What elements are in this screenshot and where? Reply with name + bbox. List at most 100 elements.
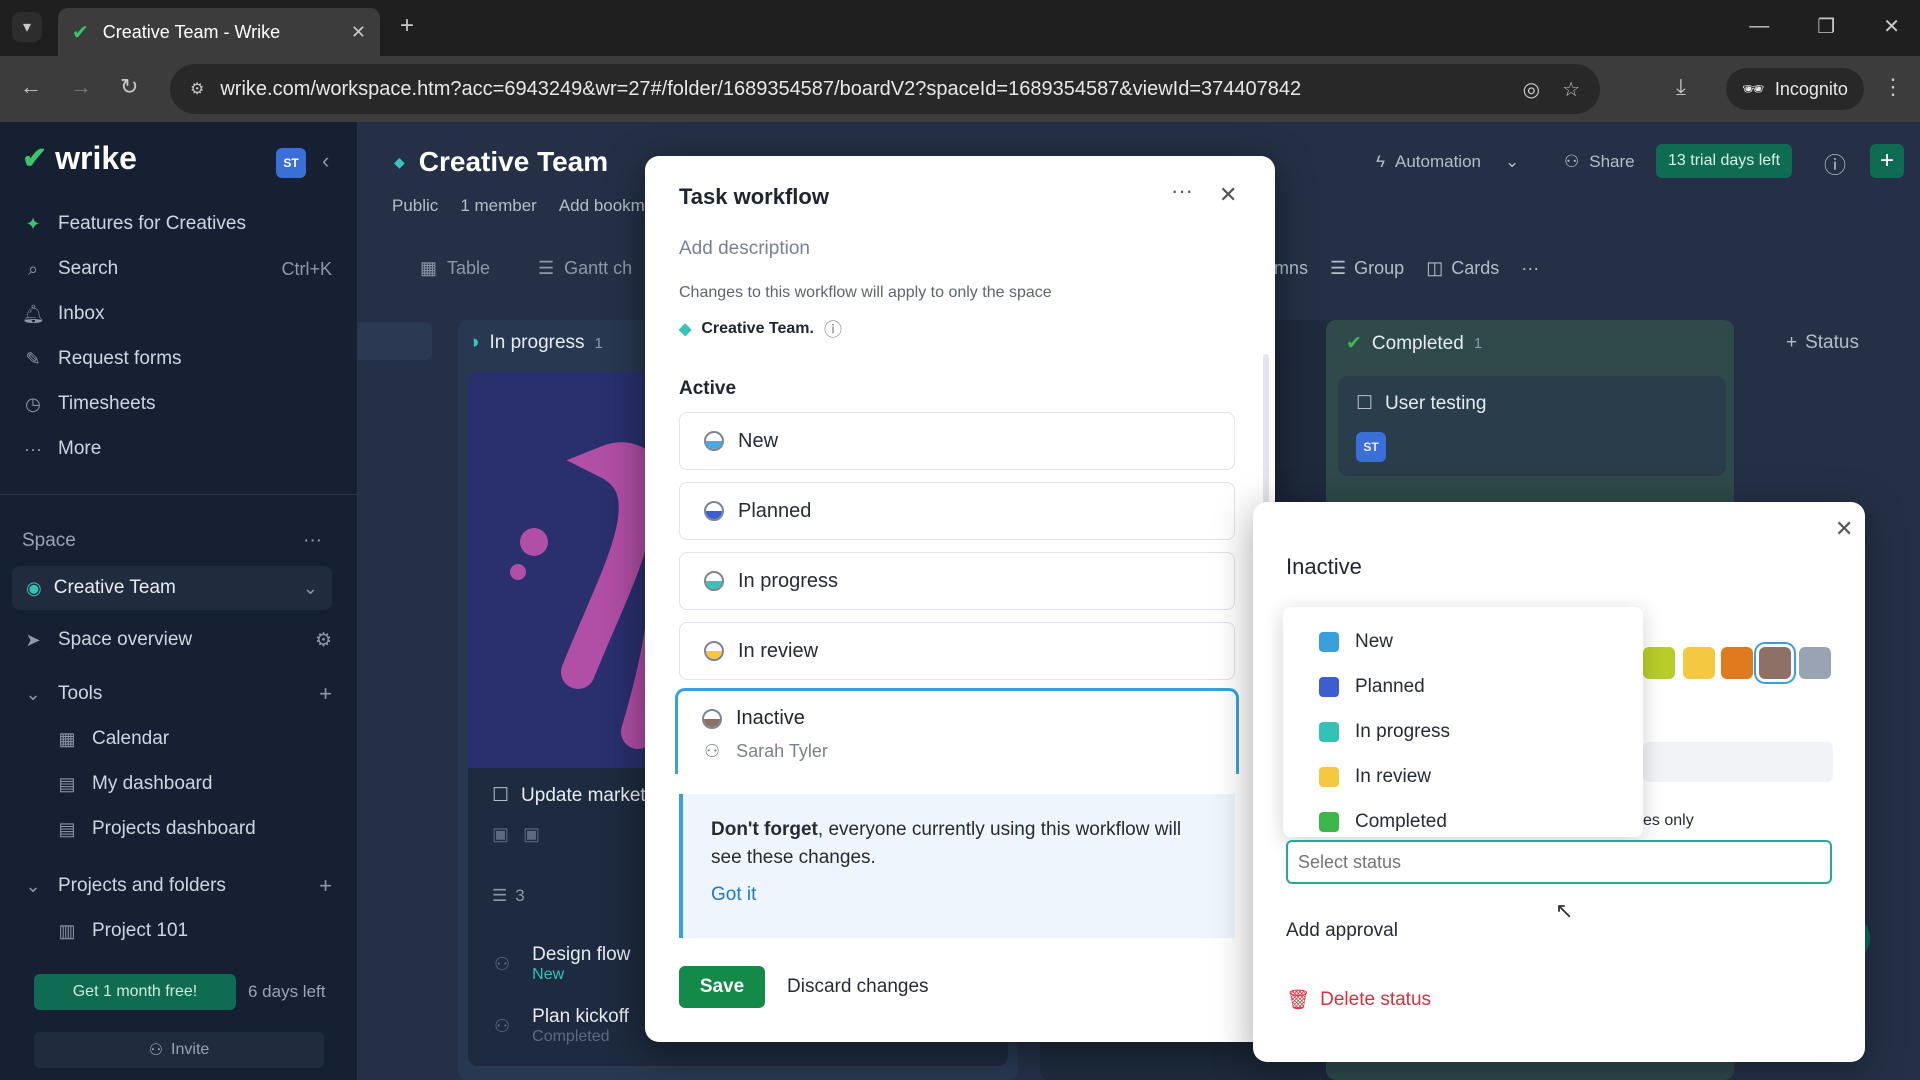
subtask-row[interactable]: ⚇ Design flow New bbox=[494, 944, 630, 984]
help-icon[interactable]: ⓘ bbox=[824, 316, 842, 342]
download-icon[interactable]: ⤓ bbox=[1676, 74, 1686, 100]
reload-icon[interactable]: ↻ bbox=[120, 74, 138, 100]
restore-icon[interactable]: ❐ bbox=[1817, 14, 1835, 39]
space-selector[interactable]: ◉ Creative Team ⌄ bbox=[12, 566, 332, 610]
status-item-new[interactable]: New bbox=[679, 412, 1235, 470]
add-approval-button[interactable]: Add approval bbox=[1286, 920, 1398, 942]
card-title[interactable]: ☐ Update market bbox=[492, 784, 646, 807]
user-avatar[interactable]: ST bbox=[276, 148, 306, 178]
assignee-placeholder-icon[interactable]: ▣ bbox=[523, 824, 540, 845]
tool-calendar[interactable]: ▦ Calendar bbox=[56, 719, 326, 759]
settings-gear-icon[interactable]: ⚙ bbox=[315, 629, 332, 652]
tools-section-header[interactable]: ⌄ Tools + bbox=[22, 674, 332, 714]
close-icon[interactable]: ✕ bbox=[1219, 182, 1237, 208]
space-icon: ◆ bbox=[679, 321, 692, 338]
help-icon[interactable]: ⓘ bbox=[1824, 148, 1846, 180]
color-swatch[interactable] bbox=[1721, 647, 1753, 679]
view-tab-table[interactable]: ▦ Table bbox=[420, 258, 490, 279]
tab-list-button[interactable]: ▾ bbox=[12, 12, 42, 42]
bookmark-star-icon[interactable]: ☆ bbox=[1562, 77, 1580, 102]
status-item-planned[interactable]: Planned bbox=[679, 482, 1235, 540]
group-button[interactable]: ☰ Group bbox=[1330, 258, 1404, 279]
dropdown-option-in-progress[interactable]: In progress bbox=[1319, 721, 1450, 743]
status-item-in-progress[interactable]: In progress bbox=[679, 552, 1235, 610]
back-icon[interactable]: ← bbox=[20, 74, 42, 100]
select-status-input[interactable] bbox=[1286, 840, 1832, 884]
dropdown-option-in-review[interactable]: In review bbox=[1319, 766, 1431, 788]
collapse-sidebar-icon[interactable]: ‹ bbox=[322, 148, 329, 174]
discard-changes-button[interactable]: Discard changes bbox=[787, 976, 929, 998]
save-button[interactable]: Save bbox=[679, 966, 765, 1008]
minimize-icon[interactable]: — bbox=[1749, 15, 1769, 38]
add-tool-icon[interactable]: + bbox=[319, 681, 332, 707]
more-options-icon[interactable]: ··· bbox=[1171, 178, 1193, 204]
wrike-logo[interactable]: ✔ wrike bbox=[22, 140, 137, 177]
dropdown-option-completed[interactable]: Completed bbox=[1319, 811, 1447, 833]
address-bar[interactable]: ⚙ wrike.com/workspace.htm?acc=6943249&wr… bbox=[170, 64, 1600, 114]
delete-status-button[interactable]: 🗑︎ Delete status bbox=[1286, 988, 1431, 1012]
browser-menu-icon[interactable]: ⋮ bbox=[1882, 74, 1904, 100]
status-dot-icon bbox=[702, 708, 722, 729]
task-card[interactable]: ☐ User testing ST bbox=[1338, 376, 1726, 476]
more-options-icon[interactable]: ··· bbox=[1521, 258, 1539, 279]
sidebar-item-more[interactable]: ··· More bbox=[22, 429, 332, 469]
got-it-link[interactable]: Got it bbox=[711, 884, 1207, 906]
sidebar-item-label: Calendar bbox=[92, 728, 170, 749]
color-swatch[interactable] bbox=[1799, 647, 1831, 679]
dropdown-option-planned[interactable]: Planned bbox=[1319, 676, 1425, 698]
add-bookmark-link[interactable]: Add bookm bbox=[559, 196, 645, 216]
columns-button[interactable]: mns bbox=[1274, 258, 1308, 279]
color-swatch[interactable] bbox=[1683, 647, 1715, 679]
share-icon: ⚇ bbox=[1564, 152, 1580, 171]
space-options-icon[interactable]: ··· bbox=[303, 530, 322, 552]
assignee-placeholder-icon[interactable]: ▣ bbox=[492, 824, 509, 845]
new-tab-button[interactable]: + bbox=[400, 12, 414, 40]
status-item-inactive-selected[interactable]: Inactive ⚇ Sarah Tyler bbox=[675, 688, 1239, 774]
add-description-field[interactable]: Add description bbox=[679, 238, 810, 260]
project-101[interactable]: ▥ Project 101 bbox=[56, 911, 326, 951]
sidebar-item-inbox[interactable]: 🔔︎ Inbox bbox=[22, 294, 332, 334]
sidebar-item-request-forms[interactable]: ✎ Request forms bbox=[22, 339, 332, 379]
status-name-field[interactable] bbox=[1643, 742, 1833, 782]
color-swatch[interactable] bbox=[1643, 647, 1675, 679]
sidebar-item-timesheets[interactable]: ◷ Timesheets bbox=[22, 384, 332, 424]
cards-button[interactable]: ◫ Cards bbox=[1426, 258, 1499, 279]
chevron-down-icon: ⌄ bbox=[1505, 152, 1520, 171]
overview-icon: ➤ bbox=[25, 629, 41, 650]
status-name: New bbox=[738, 429, 779, 452]
sidebar-item-space-overview[interactable]: ➤ Space overview ⚙ bbox=[22, 620, 332, 660]
tool-my-dashboard[interactable]: ▤ My dashboard bbox=[56, 764, 326, 804]
get-month-free-button[interactable]: Get 1 month free! bbox=[34, 974, 236, 1010]
close-window-icon[interactable]: ✕ bbox=[1883, 14, 1900, 39]
tool-projects-dashboard[interactable]: ▤ Projects dashboard bbox=[56, 809, 326, 849]
invite-button[interactable]: ⚇ Invite bbox=[34, 1032, 324, 1068]
color-swatch-selected[interactable] bbox=[1759, 647, 1791, 679]
status-detail-title[interactable]: Inactive bbox=[1286, 554, 1362, 580]
share-button[interactable]: ⚇ Share bbox=[1564, 152, 1635, 172]
group-label: Group bbox=[1354, 258, 1405, 278]
members-label[interactable]: 1 member bbox=[460, 196, 537, 216]
status-item-in-review[interactable]: In review bbox=[679, 622, 1235, 680]
view-tab-gantt[interactable]: ☰ Gantt ch bbox=[538, 258, 632, 279]
subtask-row[interactable]: ⚇ Plan kickoff Completed bbox=[494, 1006, 629, 1046]
site-info-icon[interactable]: ⚙ bbox=[190, 79, 204, 99]
create-new-button[interactable]: + bbox=[1870, 144, 1904, 178]
sidebar-item-search[interactable]: ⌕ Search Ctrl+K bbox=[22, 249, 332, 289]
browser-tab[interactable]: ✔ Creative Team - Wrike ✕ bbox=[58, 8, 380, 56]
card-assignee-avatar[interactable]: ST bbox=[1356, 432, 1386, 462]
eye-off-icon[interactable]: ◎ bbox=[1523, 77, 1540, 102]
visibility-label[interactable]: Public bbox=[392, 196, 438, 216]
close-tab-icon[interactable]: ✕ bbox=[351, 22, 366, 43]
add-project-icon[interactable]: + bbox=[319, 873, 332, 899]
automation-button[interactable]: ϟ Automation ⌄ bbox=[1376, 152, 1519, 172]
subtask-count[interactable]: ☰ 3 bbox=[492, 886, 525, 906]
forward-icon[interactable]: → bbox=[70, 74, 92, 100]
add-status-button[interactable]: + Status bbox=[1786, 332, 1859, 354]
card-title-text: Update market bbox=[521, 784, 646, 806]
trial-days-button[interactable]: 13 trial days left bbox=[1656, 144, 1793, 178]
projects-section-header[interactable]: ⌄ Projects and folders + bbox=[22, 866, 332, 906]
sidebar-item-features[interactable]: ✦ Features for Creatives bbox=[22, 204, 332, 244]
close-icon[interactable]: ✕ bbox=[1835, 516, 1853, 542]
dropdown-option-new[interactable]: New bbox=[1319, 631, 1393, 653]
incognito-indicator[interactable]: 🕶 Incognito bbox=[1726, 68, 1864, 110]
